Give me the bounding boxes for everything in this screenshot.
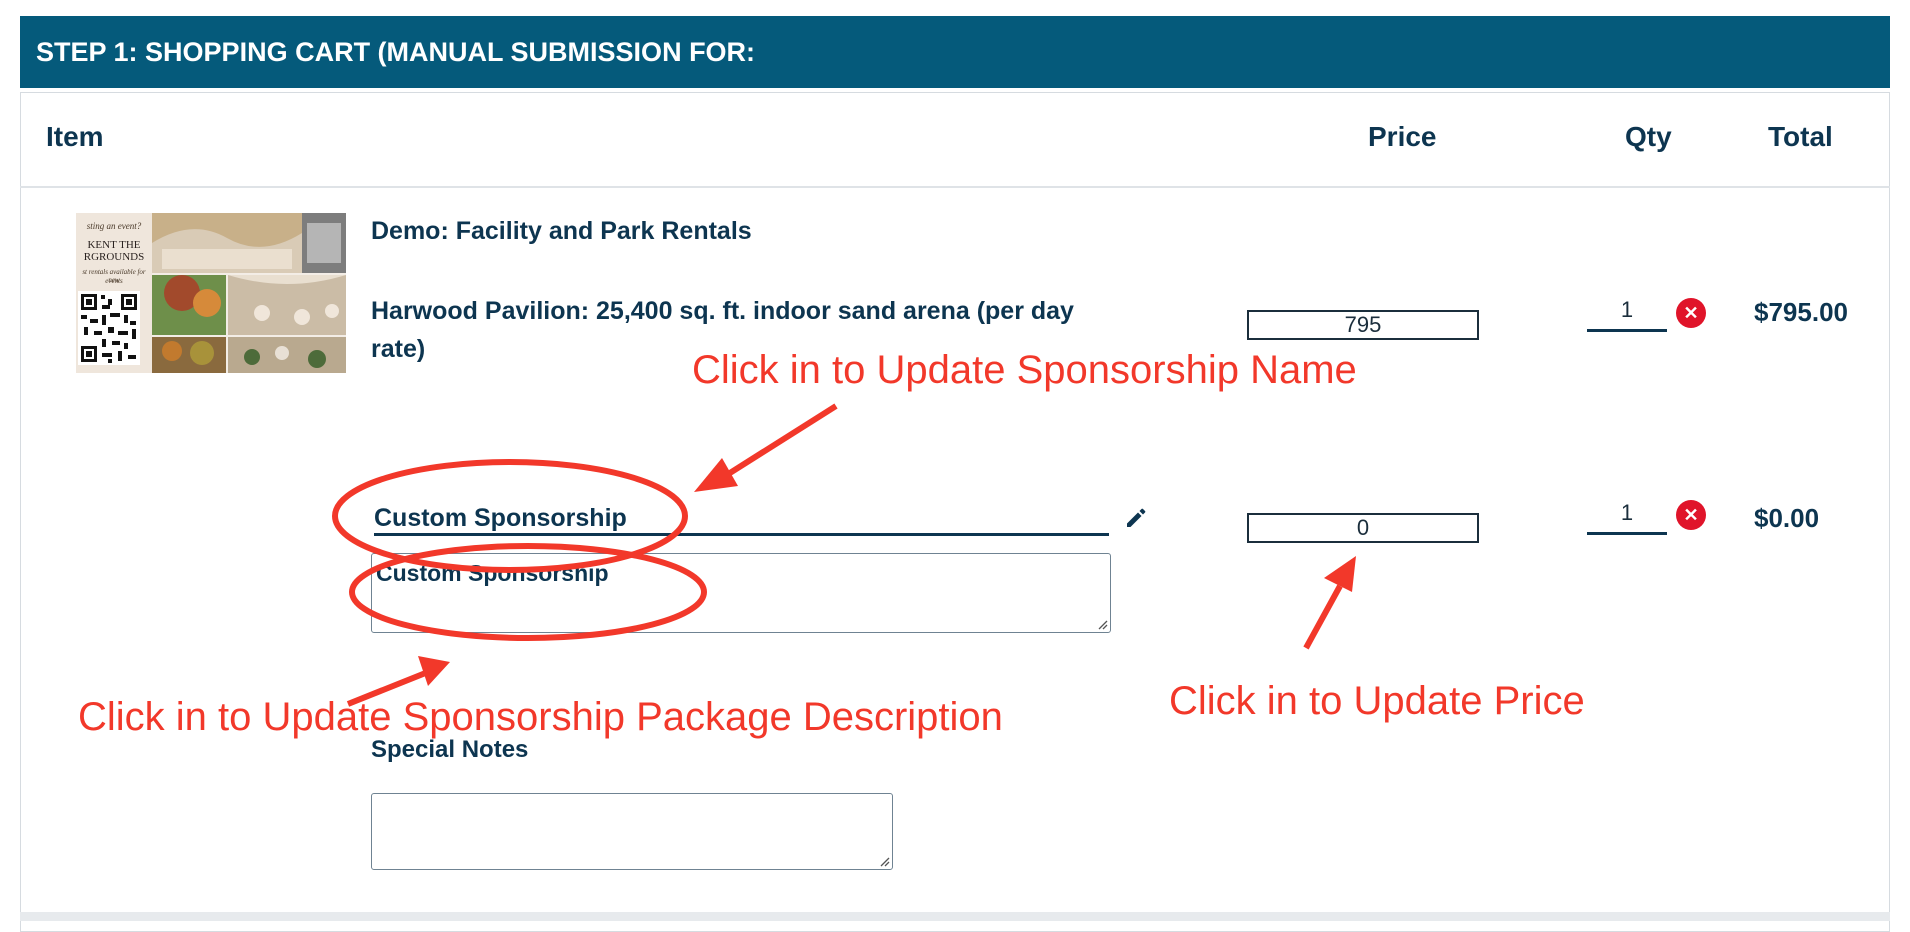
close-icon: ✕ (1683, 303, 1699, 323)
thumbnail-text-3: RGROUNDS (83, 251, 145, 263)
sponsorship-qty-input[interactable]: 1 (1587, 498, 1667, 535)
venue-photo-collage (152, 213, 346, 373)
special-notes-textarea[interactable] (371, 793, 893, 870)
cart-footer-strip (20, 912, 1890, 921)
thumbnail-text-2: KENT THE (87, 239, 141, 251)
cart-category-title: Demo: Facility and Park Rentals (371, 217, 752, 245)
sponsorship-description-textarea[interactable]: Custom Sponsorship (371, 553, 1111, 633)
pencil-icon[interactable] (1124, 506, 1148, 530)
product-thumbnail: sting an event? KENT THE RGROUNDS st ren… (76, 213, 346, 373)
item-qty-input[interactable]: 1 (1587, 295, 1667, 332)
item-price-input[interactable] (1247, 310, 1479, 340)
annotation-description-text: Click in to Update Sponsorship Package D… (78, 695, 1003, 739)
sponsorship-total: $0.00 (1754, 503, 1820, 533)
column-header-price: Price (1368, 121, 1437, 152)
item-total: $795.00 (1754, 297, 1848, 327)
thumbnail-text-1: sting an event? (86, 221, 142, 231)
cart-table-header: Item Price Qty Total (20, 92, 1890, 188)
thumbnail-poster-panel: sting an event? KENT THE RGROUNDS st ren… (76, 213, 152, 373)
column-header-total: Total (1768, 121, 1833, 152)
close-icon: ✕ (1683, 505, 1699, 525)
resize-grip-icon[interactable] (878, 855, 890, 867)
resize-grip-icon[interactable] (1096, 618, 1108, 630)
annotation-price-text: Click in to Update Price (1169, 679, 1585, 723)
cart-step-header: STEP 1: SHOPPING CART (MANUAL SUBMISSION… (20, 16, 1890, 88)
column-header-item: Item (46, 121, 104, 152)
sponsorship-description-text: Custom Sponsorship (376, 560, 609, 586)
remove-item-button[interactable]: ✕ (1676, 298, 1706, 328)
annotation-name-text: Click in to Update Sponsorship Name (692, 348, 1357, 392)
remove-sponsorship-button[interactable]: ✕ (1676, 500, 1706, 530)
sponsorship-name-input[interactable]: Custom Sponsorship (374, 499, 1109, 536)
cart-step-title: STEP 1: SHOPPING CART (MANUAL SUBMISSION… (36, 36, 756, 67)
sponsorship-price-input[interactable] (1247, 513, 1479, 543)
column-header-qty: Qty (1625, 121, 1672, 152)
qr-code-icon (78, 291, 140, 365)
thumbnail-text-5: events (105, 277, 123, 285)
special-notes-label: Special Notes (371, 736, 529, 763)
